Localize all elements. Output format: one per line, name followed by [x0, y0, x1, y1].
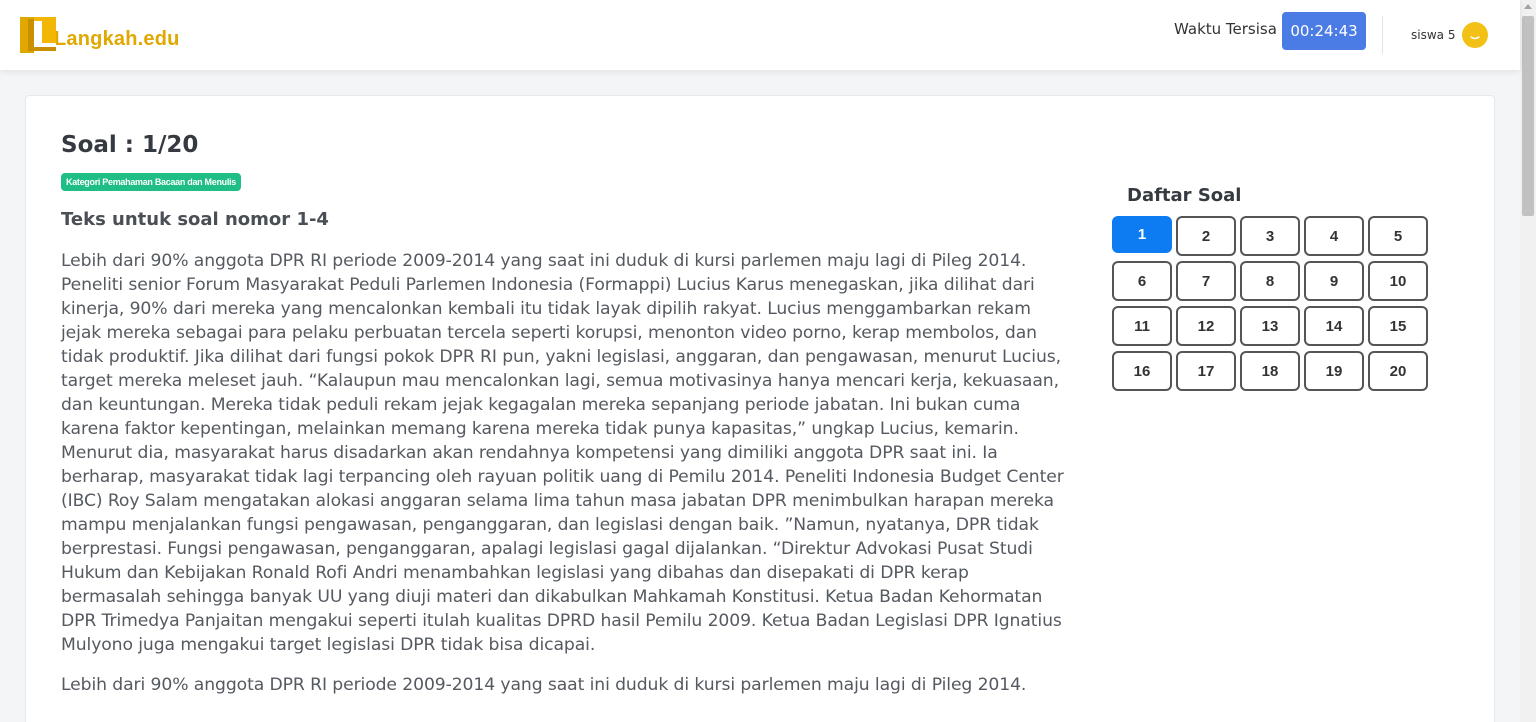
- question-number-button-15[interactable]: 15: [1368, 306, 1428, 346]
- question-number-button-9[interactable]: 9: [1304, 261, 1364, 301]
- passage-paragraph: Lebih dari 90% anggota DPR RI periode 20…: [61, 251, 1064, 655]
- question-number-button-19[interactable]: 19: [1304, 351, 1364, 391]
- question-number-button-18[interactable]: 18: [1240, 351, 1300, 391]
- user-name[interactable]: siswa 5: [1411, 28, 1455, 42]
- logo[interactable]: Langkah.edu: [20, 17, 180, 53]
- question-number-button-1[interactable]: 1: [1112, 216, 1172, 253]
- question-number-button-11[interactable]: 11: [1112, 306, 1172, 346]
- timer-display: 00:24:43: [1282, 12, 1366, 50]
- question-number-button-7[interactable]: 7: [1176, 261, 1236, 301]
- avatar[interactable]: [1462, 22, 1488, 48]
- timer-label: Waktu Tersisa :: [1174, 20, 1287, 38]
- scroll-thumb[interactable]: [1522, 16, 1534, 216]
- question-number-button-5[interactable]: 5: [1368, 216, 1428, 256]
- question-number-button-3[interactable]: 3: [1240, 216, 1300, 256]
- question-list-title: Daftar Soal: [1127, 185, 1242, 206]
- question-title: Soal : 1/20: [61, 132, 199, 158]
- question-number-button-20[interactable]: 20: [1368, 351, 1428, 391]
- question-number-grid: 1 2 3 4 5 6 7 8 9 10 11 12 13 14 15 16 17 18 19 20: [1112, 216, 1428, 391]
- question-number-button-6[interactable]: 6: [1112, 261, 1172, 301]
- question-number-button-13[interactable]: 13: [1240, 306, 1300, 346]
- page-scrollbar[interactable]: [1520, 0, 1536, 722]
- passage-text: Lebih dari 90% anggota DPR RI periode 20…: [61, 249, 1071, 713]
- question-number-button-2[interactable]: 2: [1176, 216, 1236, 256]
- smile-icon: [1470, 36, 1480, 40]
- question-number-button-12[interactable]: 12: [1176, 306, 1236, 346]
- logo-text: Langkah.edu: [54, 27, 180, 50]
- question-number-button-17[interactable]: 17: [1176, 351, 1236, 391]
- question-number-button-10[interactable]: 10: [1368, 261, 1428, 301]
- category-badge: Kategori Pemahaman Bacaan dan Menulis: [61, 173, 241, 191]
- passage-heading: Teks untuk soal nomor 1-4: [61, 209, 329, 230]
- top-navbar: Langkah.edu Waktu Tersisa : 00:24:43 sis…: [0, 0, 1520, 70]
- logo-mark-icon: [20, 17, 56, 53]
- divider: [1382, 16, 1383, 54]
- scroll-up-arrow-icon[interactable]: [1524, 4, 1532, 9]
- question-number-button-14[interactable]: 14: [1304, 306, 1364, 346]
- passage-paragraph: Lebih dari 90% anggota DPR RI periode 20…: [61, 675, 1027, 695]
- question-number-button-8[interactable]: 8: [1240, 261, 1300, 301]
- question-number-button-4[interactable]: 4: [1304, 216, 1364, 256]
- question-number-button-16[interactable]: 16: [1112, 351, 1172, 391]
